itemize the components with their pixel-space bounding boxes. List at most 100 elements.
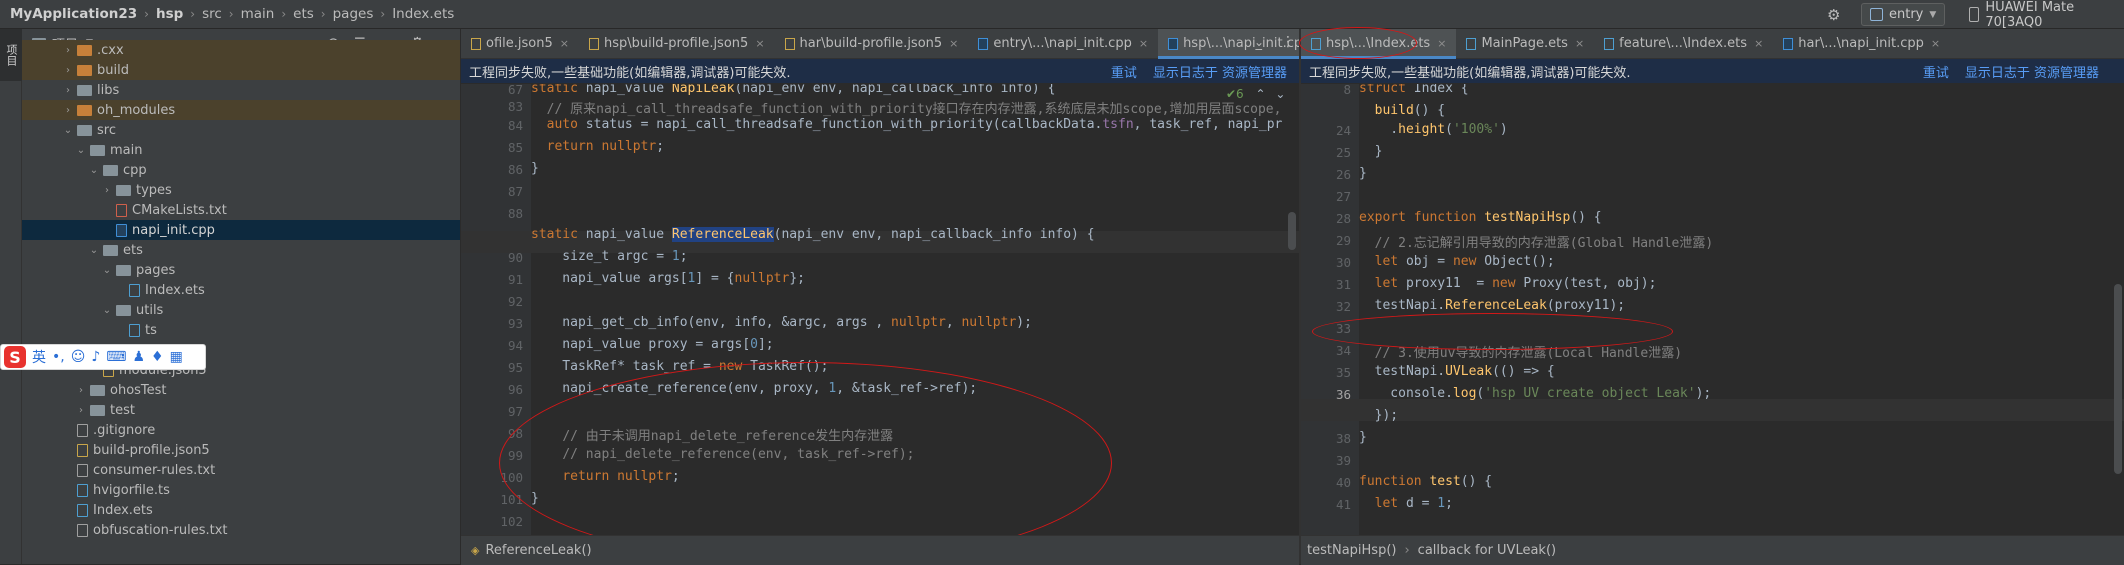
editor-tab[interactable]: har\build-profile.json5 × bbox=[775, 29, 969, 58]
ts-file-icon bbox=[77, 503, 88, 517]
user-icon[interactable]: ♟ bbox=[132, 349, 145, 365]
right-editor-scrollbar[interactable] bbox=[2114, 284, 2122, 474]
tree-item[interactable]: build-profile.json5 bbox=[22, 440, 460, 460]
tree-item-label: ts bbox=[145, 322, 157, 338]
breadcrumb-item[interactable]: hsp bbox=[156, 6, 183, 22]
tree-item[interactable]: .gitignore bbox=[22, 420, 460, 440]
editor-tab[interactable]: har\...\napi_init.cpp × bbox=[1773, 29, 1950, 58]
chevron-right-icon[interactable]: › bbox=[62, 85, 74, 96]
tree-item[interactable]: CMakeLists.txt bbox=[22, 200, 460, 220]
chevron-down-icon[interactable]: ⌄ bbox=[101, 305, 113, 316]
retry-link[interactable]: 重试 bbox=[1923, 62, 1949, 81]
editor-tab[interactable]: feature\...\Index.ets × bbox=[1594, 29, 1773, 58]
tree-item[interactable]: ⌄ src bbox=[22, 120, 460, 140]
left-editor-scrollbar[interactable] bbox=[1288, 212, 1296, 250]
chevron-right-icon[interactable]: › bbox=[75, 385, 87, 396]
chevron-right-icon[interactable]: › bbox=[62, 65, 74, 76]
project-tool-window-tab[interactable]: 项目 bbox=[0, 29, 22, 81]
tree-item-label: main bbox=[110, 142, 143, 158]
chevron-down-icon[interactable]: ⌄ bbox=[101, 265, 113, 276]
chevron-down-icon[interactable]: ⌄ bbox=[1254, 35, 1264, 49]
tree-item[interactable]: Index.ets bbox=[22, 500, 460, 520]
tree-item-label: pages bbox=[136, 262, 176, 278]
tree-item[interactable]: › .cxx bbox=[22, 40, 460, 60]
left-code-editor[interactable]: 6783848586878889909192939495969798991001… bbox=[461, 84, 1299, 535]
breadcrumb-item[interactable]: Index.ets bbox=[392, 6, 454, 22]
tree-item[interactable]: › build bbox=[22, 60, 460, 80]
tree-item[interactable]: ⌄ cpp bbox=[22, 160, 460, 180]
breadcrumb-item[interactable]: MyApplication23 bbox=[10, 6, 137, 22]
ime-toolbar[interactable]: S 英 •, ☺ ♪ ⌨ ♟ ♦ ▦ bbox=[0, 344, 206, 370]
chevron-down-icon[interactable]: ⌄ bbox=[88, 165, 100, 176]
tree-item[interactable]: › types bbox=[22, 180, 460, 200]
skin-icon[interactable]: ♦ bbox=[151, 349, 164, 365]
tree-item[interactable]: › ohosTest bbox=[22, 380, 460, 400]
breadcrumb-item[interactable]: src bbox=[202, 6, 222, 22]
tree-item[interactable]: › libs bbox=[22, 80, 460, 100]
function-breadcrumb[interactable]: ReferenceLeak() bbox=[485, 543, 591, 558]
editor-tab[interactable]: ofile.json5 × bbox=[461, 29, 579, 58]
close-icon[interactable]: × bbox=[755, 37, 764, 50]
tree-item[interactable]: napi_init.cpp bbox=[22, 220, 460, 240]
run-configuration-select[interactable]: entry ▼ bbox=[1861, 3, 1946, 26]
right-code-editor[interactable]: 8242526272829303132333435363738394041 st… bbox=[1301, 84, 2124, 535]
breadcrumb-item[interactable]: ets bbox=[293, 6, 314, 22]
close-icon[interactable]: × bbox=[1931, 37, 1940, 50]
emoji-icon[interactable]: ☺ bbox=[71, 349, 86, 365]
chevron-right-icon[interactable]: › bbox=[75, 405, 87, 416]
chevron-down-icon[interactable]: ⌄ bbox=[75, 145, 87, 156]
json-file-icon bbox=[588, 37, 599, 50]
callback-breadcrumb[interactable]: callback for UVLeak() bbox=[1418, 543, 1556, 558]
tree-item[interactable]: ⌄ ets bbox=[22, 240, 460, 260]
show-log-link[interactable]: 显示日志于 资源管理器 bbox=[1153, 62, 1287, 81]
folder-icon bbox=[116, 264, 131, 276]
tree-item[interactable]: Index.ets bbox=[22, 280, 460, 300]
close-icon[interactable]: × bbox=[560, 37, 569, 50]
function-breadcrumb[interactable]: testNapiHsp() bbox=[1307, 543, 1396, 558]
editor-tab[interactable]: hsp\build-profile.json5 × bbox=[579, 29, 775, 58]
editor-tab[interactable]: MainPage.ets × bbox=[1456, 29, 1594, 58]
tree-item-label: build-profile.json5 bbox=[93, 442, 210, 458]
chevron-up-icon[interactable]: ⌃ bbox=[1256, 87, 1266, 101]
close-icon[interactable]: × bbox=[1754, 37, 1763, 50]
editor-tab[interactable]: hsp\...\Index.ets × bbox=[1301, 29, 1457, 59]
chevron-down-icon[interactable]: ⌄ bbox=[88, 245, 100, 256]
show-log-link[interactable]: 显示日志于 资源管理器 bbox=[1965, 62, 2099, 81]
chevron-right-icon[interactable]: › bbox=[62, 45, 74, 56]
line-number: 27 bbox=[1335, 189, 1351, 204]
editor-tab[interactable]: entry\...\napi_init.cpp × bbox=[968, 29, 1158, 58]
device-select[interactable]: HUAWEI Mate 70[3AQ0 bbox=[1969, 0, 2124, 30]
close-icon[interactable]: × bbox=[1575, 37, 1584, 50]
keyboard-icon[interactable]: ⌨ bbox=[106, 349, 126, 365]
ime-language-toggle[interactable]: 英 bbox=[32, 347, 46, 367]
retry-link[interactable]: 重试 bbox=[1111, 62, 1137, 81]
tree-item[interactable]: ⌄ pages bbox=[22, 260, 460, 280]
more-options-icon[interactable]: ⋮ bbox=[1281, 34, 1295, 50]
line-number: 34 bbox=[1335, 343, 1351, 358]
punctuation-icon[interactable]: •, bbox=[52, 349, 65, 365]
tree-item[interactable]: ⌄ main bbox=[22, 140, 460, 160]
chevron-right-icon[interactable]: › bbox=[62, 105, 74, 116]
grid-icon[interactable]: ▦ bbox=[170, 349, 183, 365]
microphone-icon[interactable]: ♪ bbox=[91, 349, 100, 365]
code-line: napi_create_reference(env, proxy, 1, &ta… bbox=[531, 381, 978, 396]
tab-label: har\...\napi_init.cpp bbox=[1798, 36, 1924, 51]
breadcrumb-item[interactable]: pages bbox=[333, 6, 374, 22]
tree-item[interactable]: ⌄ utils bbox=[22, 300, 460, 320]
breadcrumb-item[interactable]: main bbox=[241, 6, 275, 22]
tree-item[interactable]: obfuscation-rules.txt bbox=[22, 520, 460, 540]
gear-icon[interactable]: ⚙ bbox=[1827, 6, 1840, 24]
tree-item[interactable]: hvigorfile.ts bbox=[22, 480, 460, 500]
close-icon[interactable]: × bbox=[1139, 37, 1148, 50]
chevron-right-icon[interactable]: › bbox=[101, 185, 113, 196]
line-number: 84 bbox=[507, 118, 523, 133]
chevron-down-icon[interactable]: ⌄ bbox=[62, 125, 74, 136]
tree-item[interactable]: ts bbox=[22, 320, 460, 340]
tree-item[interactable]: › test bbox=[22, 400, 460, 420]
chevron-down-icon[interactable]: ⌄ bbox=[1275, 87, 1285, 101]
inspection-widget[interactable]: ✔6 ⌃ ⌄ bbox=[1226, 87, 1285, 101]
tree-item[interactable]: consumer-rules.txt bbox=[22, 460, 460, 480]
tree-item[interactable]: › oh_modules bbox=[22, 100, 460, 120]
close-icon[interactable]: × bbox=[1437, 37, 1446, 50]
close-icon[interactable]: × bbox=[949, 37, 958, 50]
